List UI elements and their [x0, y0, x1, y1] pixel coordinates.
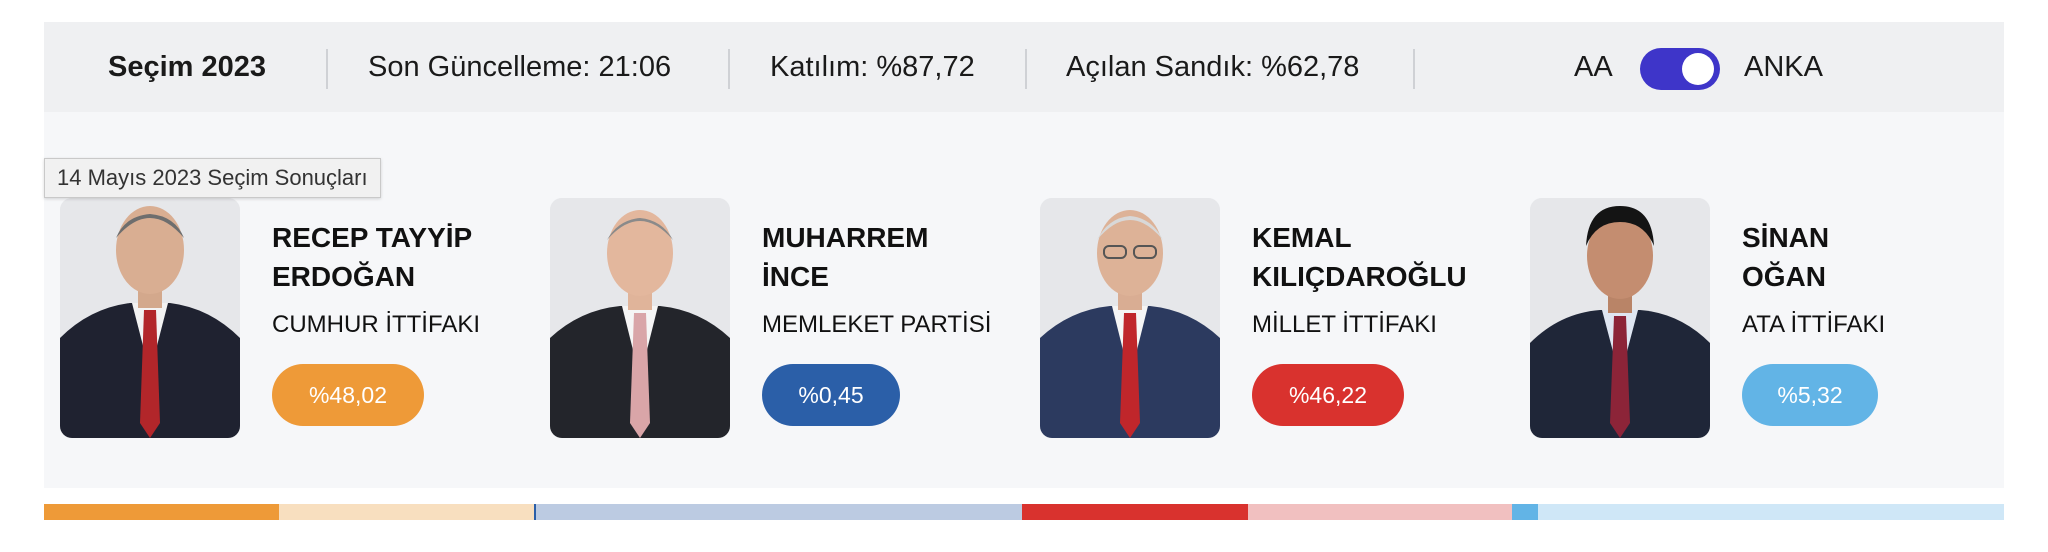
- divider: [1025, 49, 1027, 89]
- candidate-party: MİLLET İTTİFAKI: [1252, 311, 1437, 338]
- opened-ballots: Açılan Sandık: %62,78: [1066, 51, 1359, 84]
- candidate-photo: [1040, 198, 1220, 438]
- opened-ballots-label: Açılan Sandık:: [1066, 50, 1253, 83]
- candidate-photo: [550, 198, 730, 438]
- results-bar: [44, 504, 2004, 520]
- candidate-photo: [60, 198, 240, 438]
- toggle-knob: [1682, 53, 1714, 85]
- last-update-value: 21:06: [598, 50, 672, 83]
- candidate-card[interactable]: KEMAL KILIÇDAROĞLU MİLLET İTTİFAKI %46,2…: [1040, 198, 1500, 438]
- candidate-name: MUHARREM İNCE: [762, 222, 929, 292]
- candidate-name: SİNAN OĞAN: [1742, 222, 1830, 292]
- percent-badge[interactable]: %46,22: [1252, 364, 1404, 426]
- last-update: Son Güncelleme: 21:06: [368, 51, 671, 84]
- candidate-party: ATA İTTİFAKI: [1742, 311, 1886, 338]
- candidate-card[interactable]: SİNAN OĞAN ATA İTTİFAKI %5,32: [1530, 198, 1990, 438]
- turnout-label: Katılım:: [770, 50, 869, 83]
- percent-badge[interactable]: %5,32: [1742, 364, 1878, 426]
- candidate-party: CUMHUR İTTİFAKI: [272, 311, 480, 338]
- divider: [728, 49, 730, 89]
- results-bar-segment: [1512, 504, 1538, 520]
- last-update-label: Son Güncelleme:: [368, 50, 591, 83]
- source-toggle[interactable]: [1640, 48, 1720, 90]
- divider: [326, 49, 328, 89]
- header-bar: Seçim 2023 Son Güncelleme: 21:06 Katılım…: [44, 22, 2004, 112]
- source-anka-label: ANKA: [1744, 50, 1823, 83]
- results-bar-remainder: [1248, 504, 1512, 520]
- candidate-card[interactable]: RECEP TAYYİP ERDOĞAN CUMHUR İTTİFAKI %48…: [60, 198, 520, 438]
- date-tooltip: 14 Mayıs 2023 Seçim Sonuçları: [44, 158, 381, 198]
- results-bar-segment: [44, 504, 279, 520]
- divider: [1413, 49, 1415, 89]
- percent-badge[interactable]: %48,02: [272, 364, 424, 426]
- turnout-value: %87,72: [876, 50, 975, 83]
- results-bar-segment: [1022, 504, 1248, 520]
- election-widget: Seçim 2023 Son Güncelleme: 21:06 Katılım…: [44, 22, 2004, 522]
- candidate-card[interactable]: MUHARREM İNCE MEMLEKET PARTİSİ %0,45: [550, 198, 1010, 438]
- page-title: Seçim 2023: [108, 50, 267, 83]
- percent-badge[interactable]: %0,45: [762, 364, 900, 426]
- candidate-name: KEMAL KILIÇDAROĞLU: [1252, 222, 1467, 292]
- results-bar-remainder: [279, 504, 534, 520]
- opened-ballots-value: %62,78: [1261, 50, 1360, 83]
- results-bar-remainder: [1538, 504, 2004, 520]
- candidate-name: RECEP TAYYİP ERDOĞAN: [272, 222, 473, 292]
- candidates-panel: 14 Mayıs 2023 Seçim Sonuçları RECEP TAYY…: [44, 112, 2004, 488]
- turnout: Katılım: %87,72: [770, 51, 975, 84]
- candidate-photo: [1530, 198, 1710, 438]
- results-bar-remainder: [536, 504, 1022, 520]
- source-aa-label: AA: [1574, 50, 1613, 83]
- candidate-party: MEMLEKET PARTİSİ: [762, 311, 992, 338]
